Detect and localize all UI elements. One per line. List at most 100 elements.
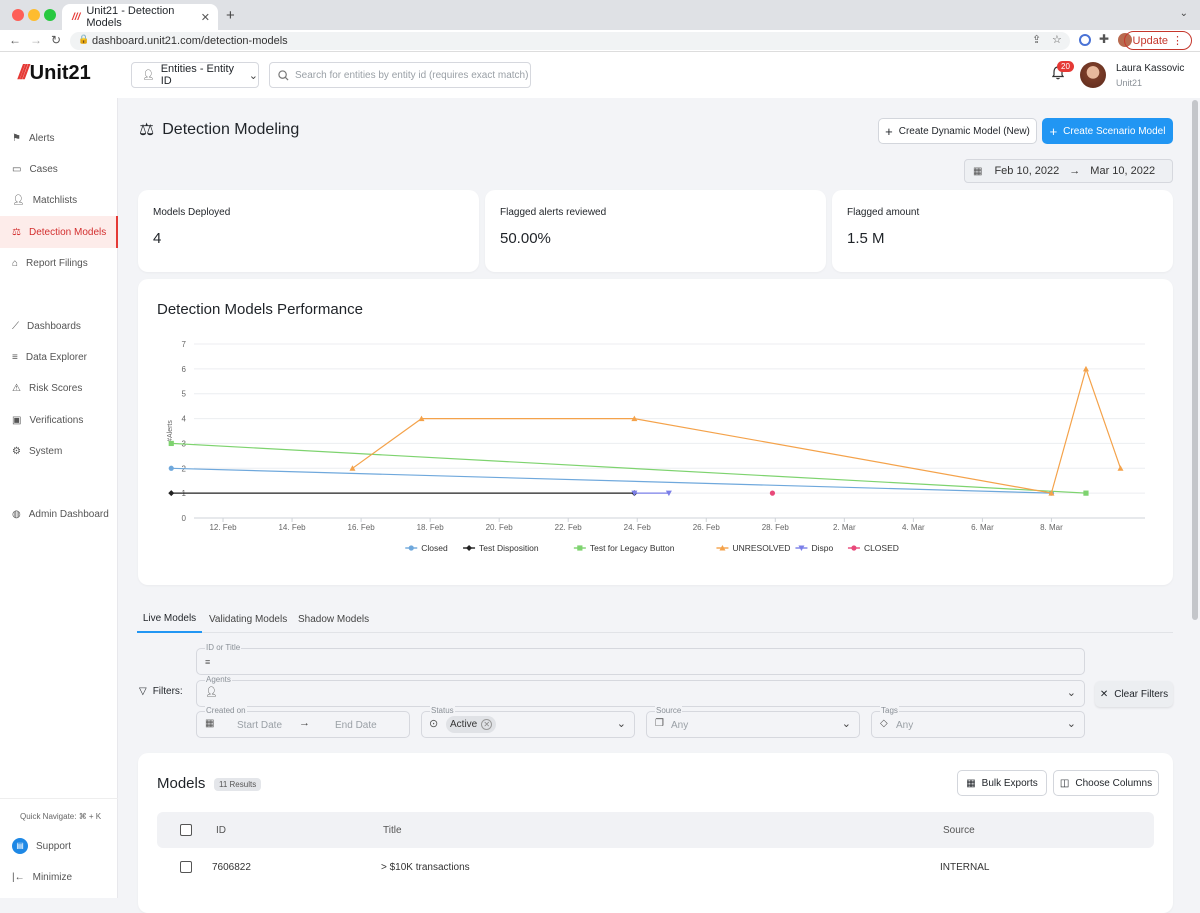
sidebar-item-dashboards[interactable]: ⟋ Dashboards: [0, 310, 118, 342]
id-title-filter-input[interactable]: ID or Title ≡: [196, 643, 1085, 675]
x-tick-label: 16. Feb: [348, 523, 376, 532]
flag-icon: ⚑: [12, 132, 21, 144]
page-scrollbar-track[interactable]: [1191, 98, 1200, 898]
created-on-date-range[interactable]: Created on ▦ Start Date → End Date: [196, 706, 410, 738]
globe-icon: ◍: [12, 508, 21, 520]
x-tick-label: 22. Feb: [555, 523, 583, 532]
sidebar-item-risk-scores[interactable]: ⚠ Risk Scores: [0, 372, 118, 404]
data-point-closed: [769, 490, 776, 496]
choose-columns-button[interactable]: ◫ Choose Columns: [1053, 770, 1159, 796]
maximize-window-icon[interactable]: [44, 9, 56, 21]
tab-label: Live Models: [142, 612, 197, 624]
user-name[interactable]: Laura Kassovic: [1116, 63, 1184, 74]
user-avatar[interactable]: [1080, 62, 1106, 88]
tab-live-models[interactable]: Live Models: [137, 605, 202, 633]
create-scenario-label: Create Scenario Model: [1063, 125, 1166, 137]
sidebar-item-cases[interactable]: ▭ Cases: [0, 153, 118, 185]
list-search-icon: ≡: [205, 657, 211, 667]
y-tick-label: 4: [182, 415, 187, 424]
cell-id: 7606822: [212, 862, 251, 873]
close-tab-icon[interactable]: ✕: [201, 11, 210, 24]
extension-icon[interactable]: [1079, 34, 1091, 46]
sidebar: ⚑ Alerts ▭ Cases 👤︎ Matchlists ⚖ Detection M…: [0, 98, 118, 898]
plus-icon: +: [885, 123, 893, 139]
field-label: ID or Title: [205, 643, 242, 652]
column-header-title[interactable]: Title: [383, 825, 402, 836]
columns-icon: ◫: [1059, 777, 1070, 789]
close-icon: ✕: [1099, 688, 1109, 700]
stat-card-flagged-amount: Flagged amount 1.5 M: [832, 190, 1173, 272]
sidebar-item-system[interactable]: ⚙ System: [0, 435, 118, 467]
logo-mark-icon: ///: [18, 62, 29, 84]
notifications-button[interactable]: 20: [1051, 61, 1074, 85]
check-circle-icon: ⊙: [429, 718, 439, 730]
close-window-icon[interactable]: [12, 9, 24, 21]
tab-shadow-models[interactable]: Shadow Models: [298, 605, 369, 633]
url-field[interactable]: 🔒 dashboard.unit21.com/detection-models: [70, 32, 1070, 50]
update-button[interactable]: Update ⋮: [1123, 31, 1192, 50]
agents-filter-select[interactable]: Agents 👤︎ ⌄: [196, 675, 1085, 707]
minimize-sidebar-button[interactable]: |← Minimize: [0, 861, 118, 893]
y-axis-label: #Alerts: [167, 420, 174, 442]
bookmark-star-icon[interactable]: ☆: [1052, 33, 1062, 46]
clear-filters-button[interactable]: ✕ Clear Filters: [1095, 681, 1173, 707]
date-start: Feb 10, 2022: [994, 165, 1060, 177]
support-button[interactable]: ▤ Support: [0, 830, 118, 862]
row-checkbox[interactable]: [180, 861, 192, 873]
chevron-down-icon: ⌄: [616, 718, 626, 730]
create-dynamic-model-button[interactable]: + Create Dynamic Model (New): [878, 118, 1037, 144]
entity-search-input[interactable]: Search for entities by entity id (requir…: [269, 62, 531, 88]
user-icon: 👤︎: [205, 687, 218, 698]
data-search-icon: ≡: [12, 351, 18, 363]
tab-validating-models[interactable]: Validating Models: [209, 605, 287, 633]
reload-icon[interactable]: ↻: [51, 33, 61, 47]
export-table-icon: ▦: [966, 777, 976, 789]
start-date-placeholder[interactable]: Start Date: [237, 720, 282, 731]
puzzle-icon[interactable]: ✚: [1099, 32, 1109, 46]
sidebar-item-matchlists[interactable]: 👤︎ Matchlists: [0, 184, 118, 216]
sidebar-item-report-filings[interactable]: ⌂ Report Filings: [0, 247, 118, 279]
sidebar-item-data-explorer[interactable]: ≡ Data Explorer: [0, 341, 118, 373]
sidebar-item-verifications[interactable]: ▣ Verifications: [0, 404, 118, 436]
forward-arrow-icon[interactable]: →: [30, 33, 42, 47]
tags-filter-select[interactable]: Tags ◇ Any ⌄: [871, 706, 1085, 738]
source-filter-select[interactable]: Source ❐ Any ⌄: [646, 706, 860, 738]
select-all-checkbox[interactable]: [180, 824, 192, 836]
y-tick-label: 7: [182, 340, 187, 349]
date-range-picker[interactable]: ▦ Feb 10, 2022 → Mar 10, 2022: [964, 159, 1173, 183]
page-scrollbar-thumb[interactable]: [1192, 100, 1198, 620]
lock-icon: 🔒: [78, 34, 90, 44]
column-header-id[interactable]: ID: [216, 825, 226, 836]
user-plus-icon: 👤︎: [12, 194, 25, 206]
data-point-test-disposition: [168, 490, 175, 497]
arrow-right-icon: →: [1069, 165, 1081, 177]
table-row[interactable]: 7606822 > $10K transactions INTERNAL: [157, 851, 1154, 883]
sidebar-item-detection-models[interactable]: ⚖ Detection Models: [0, 216, 118, 248]
column-header-source[interactable]: Source: [943, 825, 975, 836]
tab-menu-chevron-icon[interactable]: ⌄: [1180, 8, 1188, 19]
minimize-label: Minimize: [32, 871, 73, 883]
sidebar-item-label: System: [28, 445, 63, 457]
create-scenario-model-button[interactable]: + Create Scenario Model: [1042, 118, 1173, 144]
end-date-placeholder[interactable]: End Date: [335, 720, 377, 731]
search-icon: [278, 69, 289, 81]
sidebar-item-alerts[interactable]: ⚑ Alerts: [0, 122, 118, 154]
status-filter-select[interactable]: Status ⊙ Active ✕ ⌄: [421, 706, 635, 738]
unit21-logo[interactable]: /// Unit21: [18, 62, 91, 85]
address-bar-row: ← → ↻ 🔒 dashboard.unit21.com/detection-m…: [0, 30, 1200, 52]
cell-source: INTERNAL: [940, 862, 990, 873]
new-tab-icon[interactable]: +: [226, 7, 235, 24]
remove-chip-icon[interactable]: ✕: [481, 719, 493, 730]
scale-icon: ⚖: [139, 120, 155, 139]
notification-count-badge: 20: [1057, 61, 1074, 72]
tag-icon: ◇: [880, 718, 888, 729]
back-arrow-icon[interactable]: ←: [9, 33, 21, 47]
legend-marker-closed: [851, 545, 857, 551]
minimize-window-icon[interactable]: [28, 9, 40, 21]
status-chip: Active ✕: [446, 716, 497, 733]
entity-type-selector[interactable]: 👤︎ Entities - Entity ID ⌄: [131, 62, 259, 88]
sidebar-item-admin-dashboard[interactable]: ◍ Admin Dashboard: [0, 498, 118, 530]
share-icon[interactable]: ⇪: [1032, 33, 1041, 46]
bulk-exports-button[interactable]: ▦ Bulk Exports: [957, 770, 1047, 796]
browser-tab[interactable]: /// Unit21 - Detection Models ✕: [62, 4, 218, 30]
